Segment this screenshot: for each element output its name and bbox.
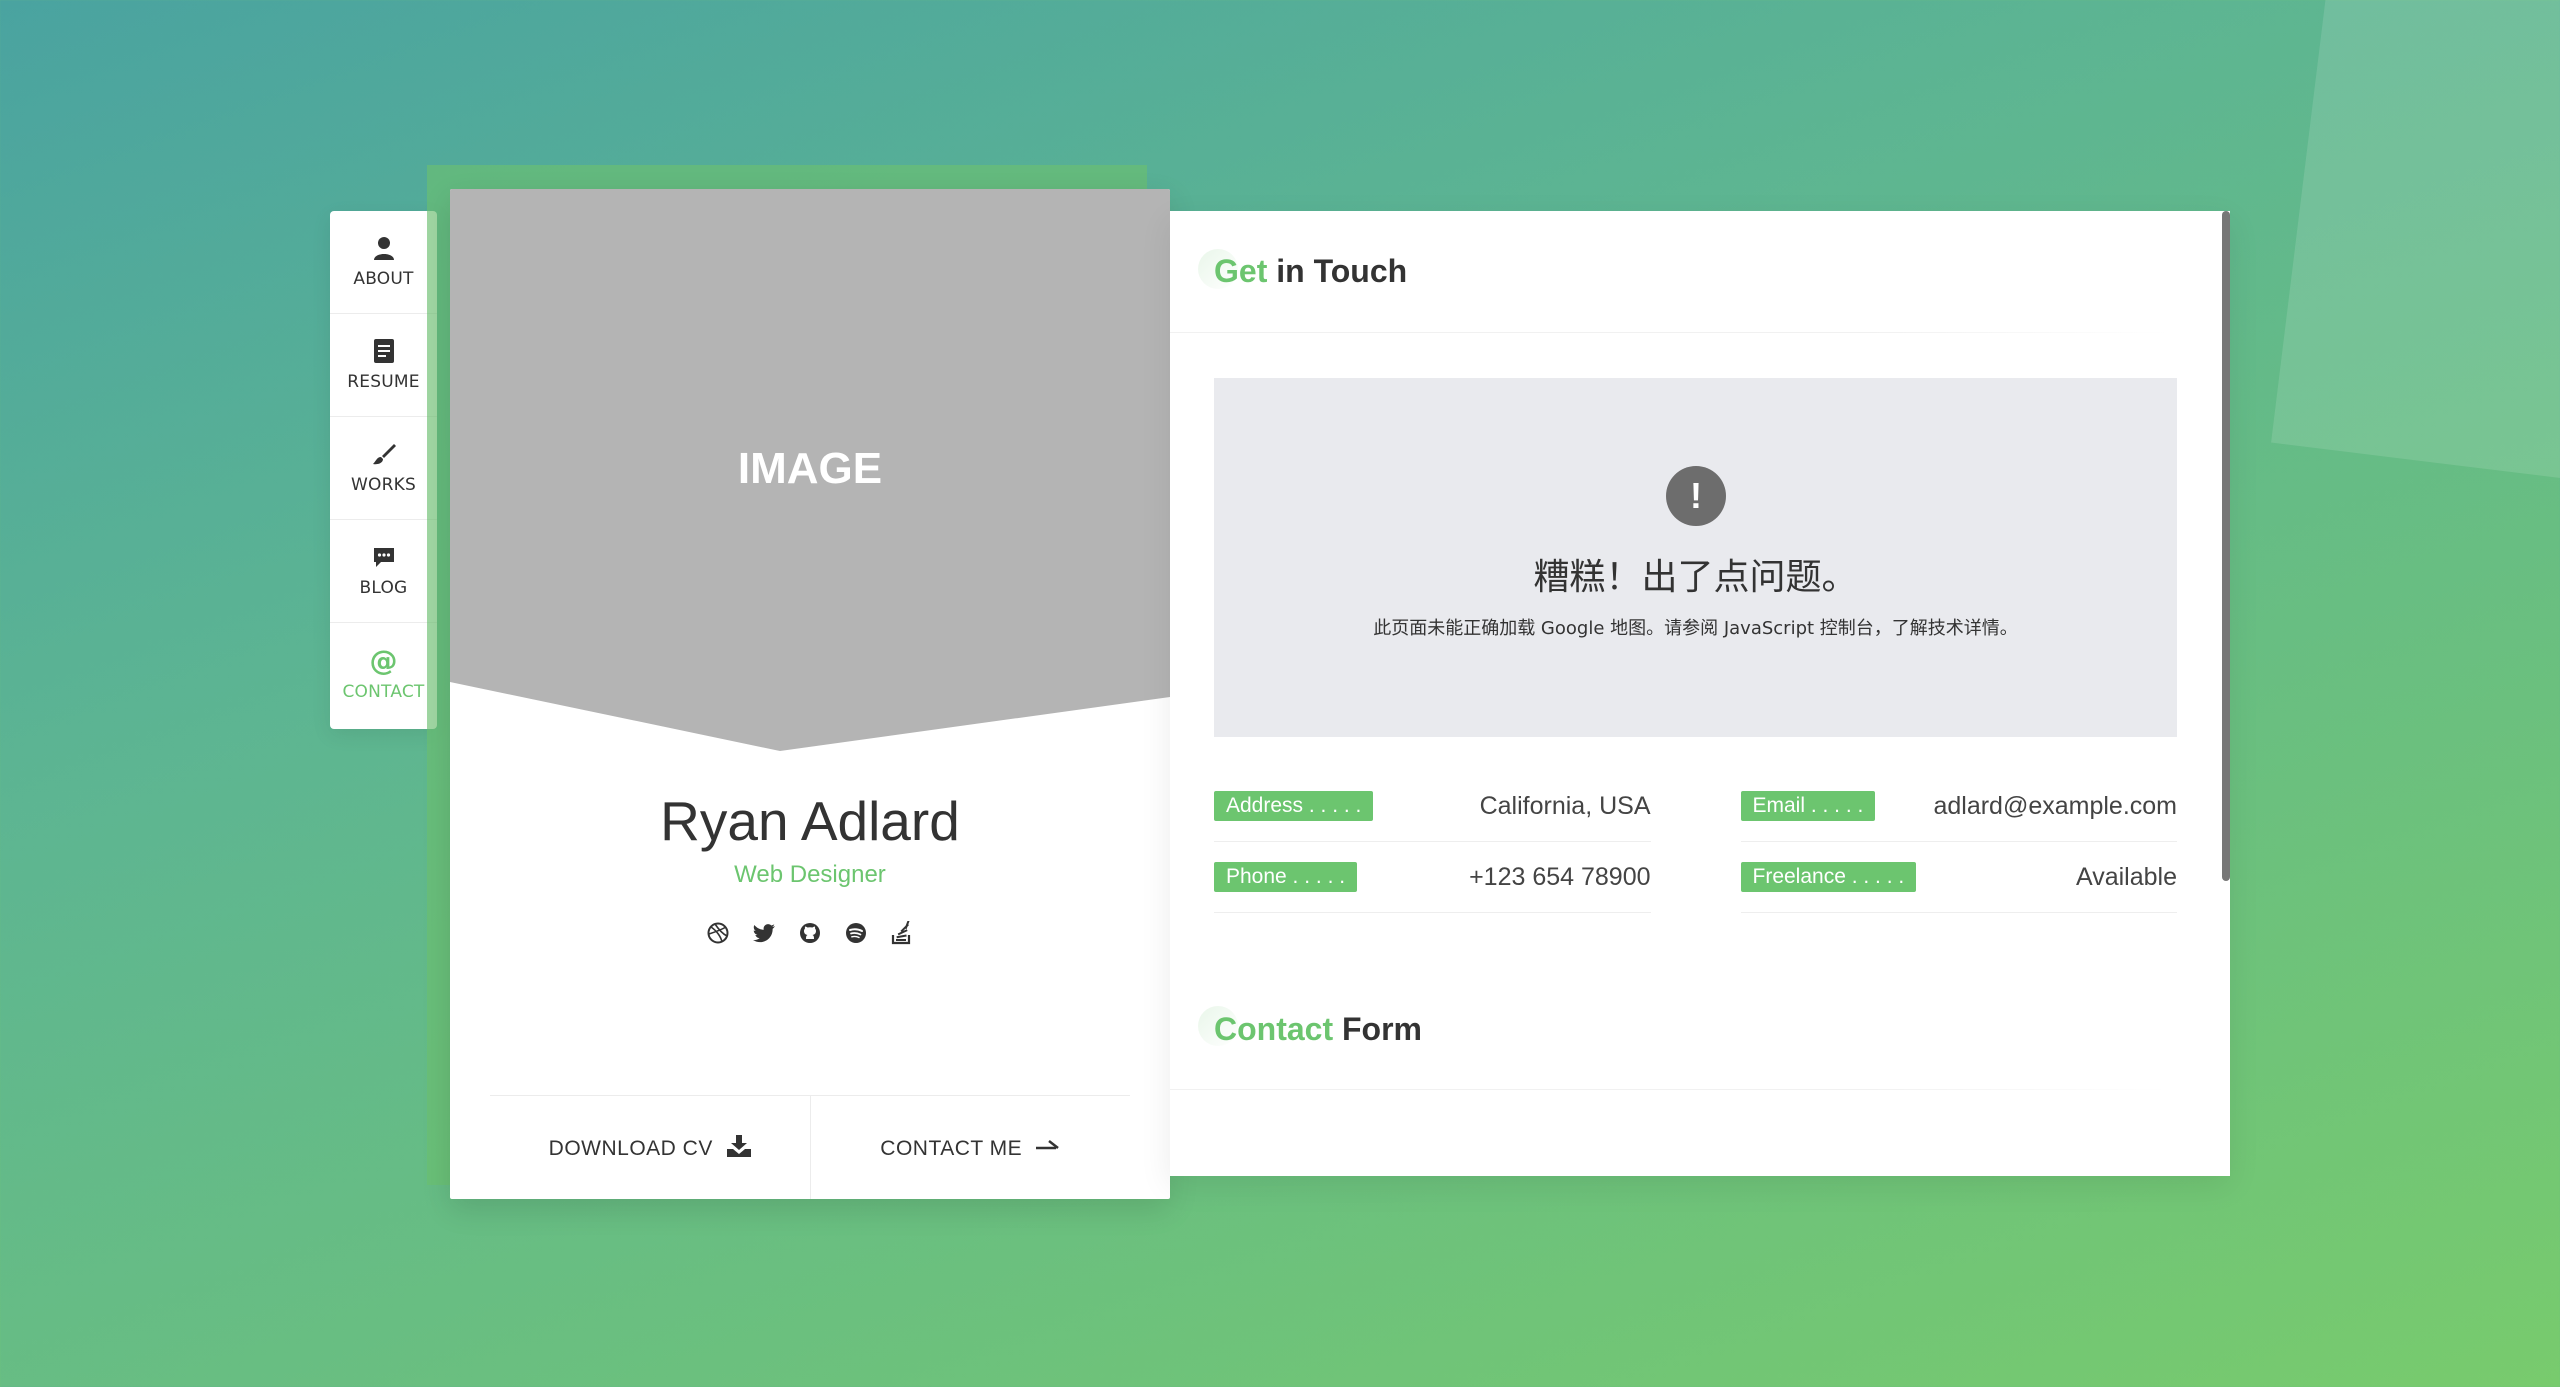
- github-icon[interactable]: [798, 921, 822, 945]
- dribbble-icon[interactable]: [706, 921, 730, 945]
- form-title-rest: Form: [1333, 1011, 1422, 1047]
- user-icon: [371, 235, 397, 261]
- nav-item-works[interactable]: WORKS: [330, 417, 437, 520]
- section-divider: [1170, 1089, 2170, 1090]
- side-nav: ABOUT RESUME WORKS BLOG @ CONTACT: [330, 211, 437, 729]
- nav-label-contact: CONTACT: [342, 681, 425, 702]
- nav-item-about[interactable]: ABOUT: [330, 211, 437, 314]
- info-value-freelance: Available: [2075, 862, 2177, 891]
- download-icon: [726, 1134, 751, 1163]
- arrow-right-icon: [1036, 1137, 1060, 1161]
- contact-info: Address . . . . . California, USA Email …: [1214, 771, 2177, 913]
- info-value-email[interactable]: adlard@example.com: [1933, 792, 2177, 821]
- twitter-icon[interactable]: [752, 921, 776, 945]
- info-email: Email . . . . . adlard@example.com: [1740, 771, 2177, 842]
- nav-item-resume[interactable]: RESUME: [330, 314, 437, 417]
- background-shape: [2271, 0, 2560, 494]
- contact-me-button[interactable]: CONTACT ME: [809, 1096, 1131, 1199]
- card-actions: DOWNLOAD CV CONTACT ME: [490, 1095, 1130, 1199]
- stackoverflow-icon[interactable]: [890, 921, 914, 945]
- nav-label-works: WORKS: [351, 475, 416, 495]
- profile-role: Web Designer: [734, 861, 886, 888]
- nav-label-about: ABOUT: [353, 269, 414, 289]
- info-label-address: Address . . . . .: [1214, 791, 1374, 821]
- section-title-get-in-touch: Get in Touch: [1214, 253, 1407, 290]
- panel-scrollbar[interactable]: [2222, 211, 2230, 881]
- content-panel: Get in Touch ! 糟糕！出了点问题。 此页面未能正确加载 Googl…: [1170, 211, 2230, 1176]
- info-label-email: Email . . . . .: [1740, 791, 1876, 821]
- title-rest: in Touch: [1267, 253, 1408, 289]
- brush-icon: [371, 441, 397, 467]
- nav-item-blog[interactable]: BLOG: [330, 520, 437, 623]
- info-phone: Phone . . . . . +123 654 78900: [1214, 842, 1651, 913]
- map-error-text: 此页面未能正确加载 Google 地图。请参阅 JavaScript 控制台，了…: [1373, 618, 2018, 639]
- profile-card: IMAGE Ryan Adlard Web Designer DOWNLOAD …: [450, 189, 1170, 1199]
- map-error-title: 糟糕！出了点问题。: [1533, 557, 1858, 598]
- form-title-highlight: Contact: [1214, 1011, 1334, 1047]
- info-freelance: Freelance . . . . . Available: [1740, 842, 2177, 913]
- map-error-box: ! 糟糕！出了点问题。 此页面未能正确加载 Google 地图。请参阅 Java…: [1214, 378, 2177, 737]
- section-divider: [1170, 332, 2170, 333]
- at-icon: @: [369, 644, 398, 677]
- nav-label-resume: RESUME: [347, 372, 420, 392]
- profile-name: Ryan Adlard: [660, 790, 960, 852]
- info-label-freelance: Freelance . . . . .: [1740, 862, 1917, 892]
- download-cv-button[interactable]: DOWNLOAD CV: [490, 1096, 810, 1199]
- download-cv-label: DOWNLOAD CV: [548, 1136, 713, 1160]
- nav-label-blog: BLOG: [359, 578, 408, 598]
- warning-icon: !: [1666, 466, 1726, 526]
- title-highlight: Get: [1214, 253, 1268, 289]
- section-title-contact-form: Contact Form: [1214, 1011, 1422, 1048]
- info-value-phone: +123 654 78900: [1469, 862, 1651, 891]
- info-address: Address . . . . . California, USA: [1214, 771, 1651, 842]
- image-placeholder-label: IMAGE: [737, 444, 883, 493]
- social-links: [450, 921, 1170, 951]
- nav-item-contact[interactable]: @ CONTACT: [330, 623, 437, 726]
- info-value-address: California, USA: [1479, 791, 1651, 820]
- spotify-icon[interactable]: [844, 921, 868, 945]
- chat-icon: [371, 544, 397, 570]
- info-label-phone: Phone . . . . .: [1214, 862, 1358, 892]
- contact-me-label: CONTACT ME: [880, 1136, 1023, 1160]
- document-icon: [371, 338, 397, 364]
